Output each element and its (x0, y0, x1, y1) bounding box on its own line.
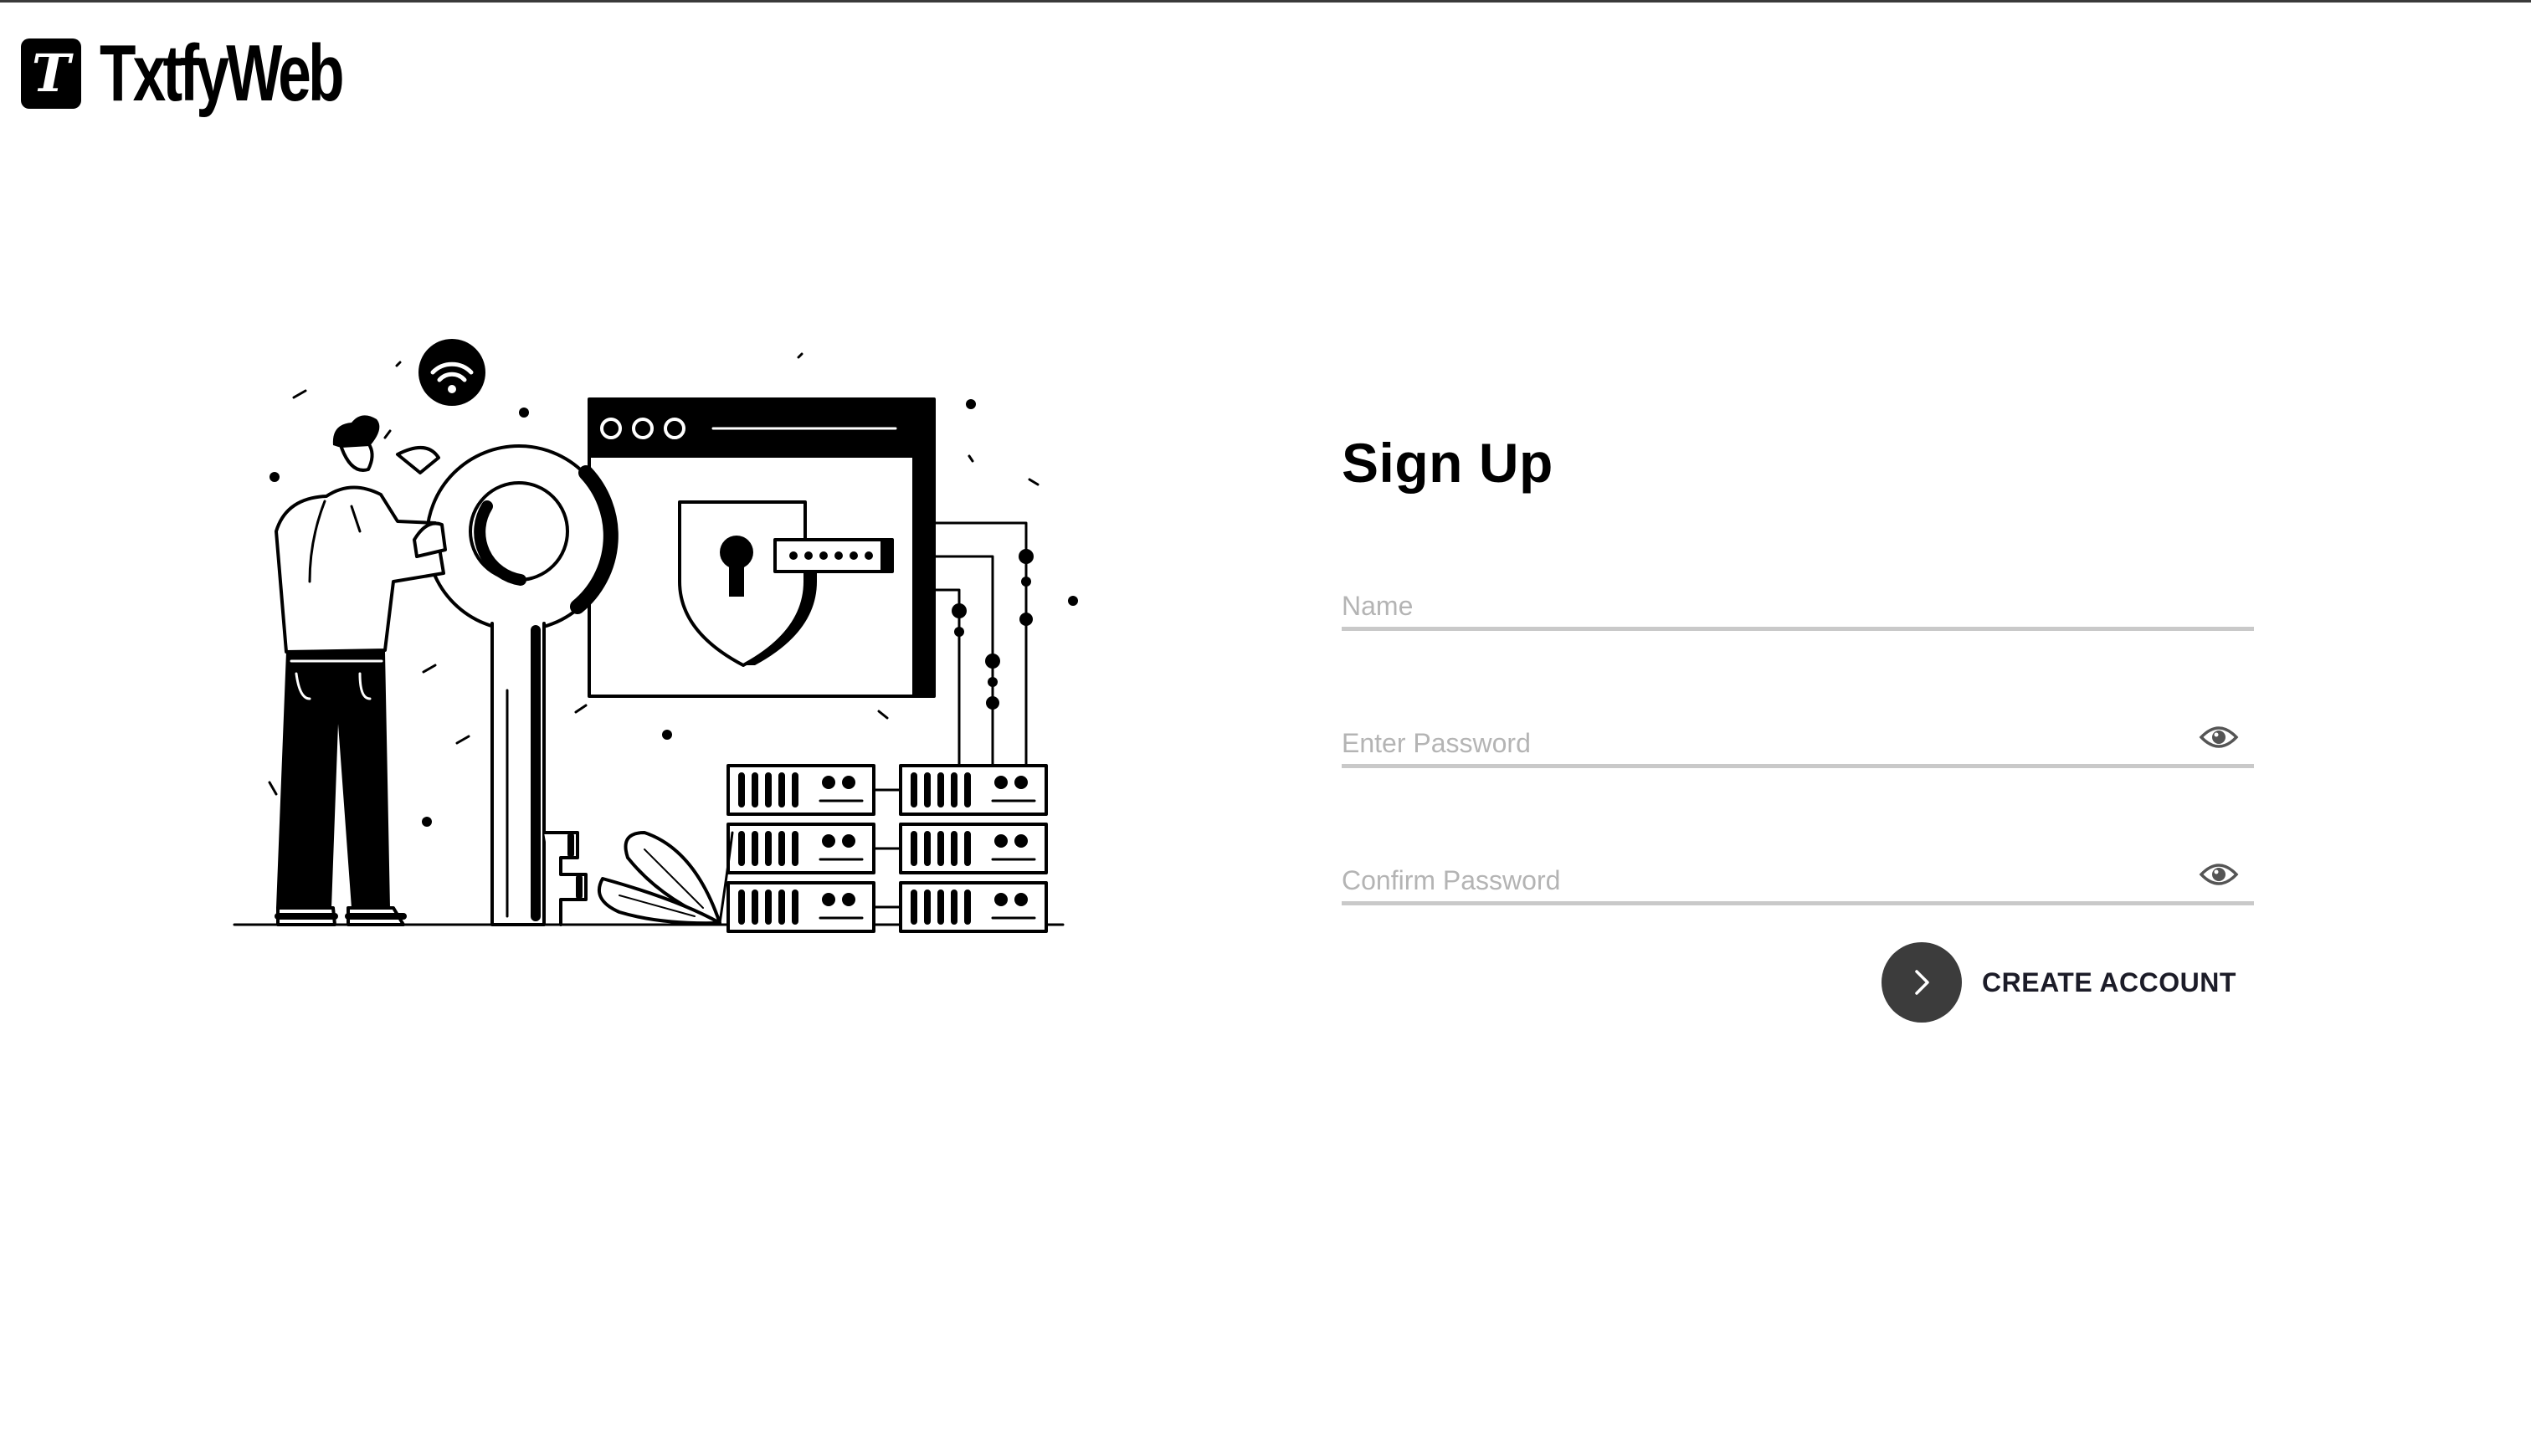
security-illustration (233, 339, 1078, 933)
logo-letter: T (31, 43, 71, 104)
browser-window-icon (588, 397, 936, 698)
t-logo-icon: T (21, 38, 81, 109)
brand[interactable]: T TxtfyWeb (21, 33, 426, 114)
password-input[interactable] (1342, 728, 2179, 759)
page-title: Sign Up (1342, 432, 1553, 494)
create-account-button[interactable]: CREATE ACCOUNT (1882, 942, 2236, 1023)
confirm-password-input[interactable] (1342, 865, 2179, 896)
brand-name: TxtfyWeb (100, 28, 344, 118)
password-field (1342, 713, 2254, 768)
person-illustration (275, 415, 447, 926)
wifi-icon (418, 339, 485, 406)
create-account-label[interactable]: CREATE ACCOUNT (1982, 967, 2236, 998)
chevron-right-icon (1915, 970, 1929, 995)
key-icon (425, 444, 619, 926)
submit-circle[interactable] (1882, 942, 1962, 1023)
eye-icon[interactable] (2199, 859, 2239, 889)
plant-illustration (598, 831, 734, 925)
signup-form: Sign Up (1342, 435, 2254, 905)
name-input[interactable] (1342, 591, 2179, 622)
top-border (0, 0, 2531, 3)
confirm-password-field (1342, 850, 2254, 905)
eye-icon[interactable] (2199, 722, 2239, 752)
name-field (1342, 576, 2254, 631)
